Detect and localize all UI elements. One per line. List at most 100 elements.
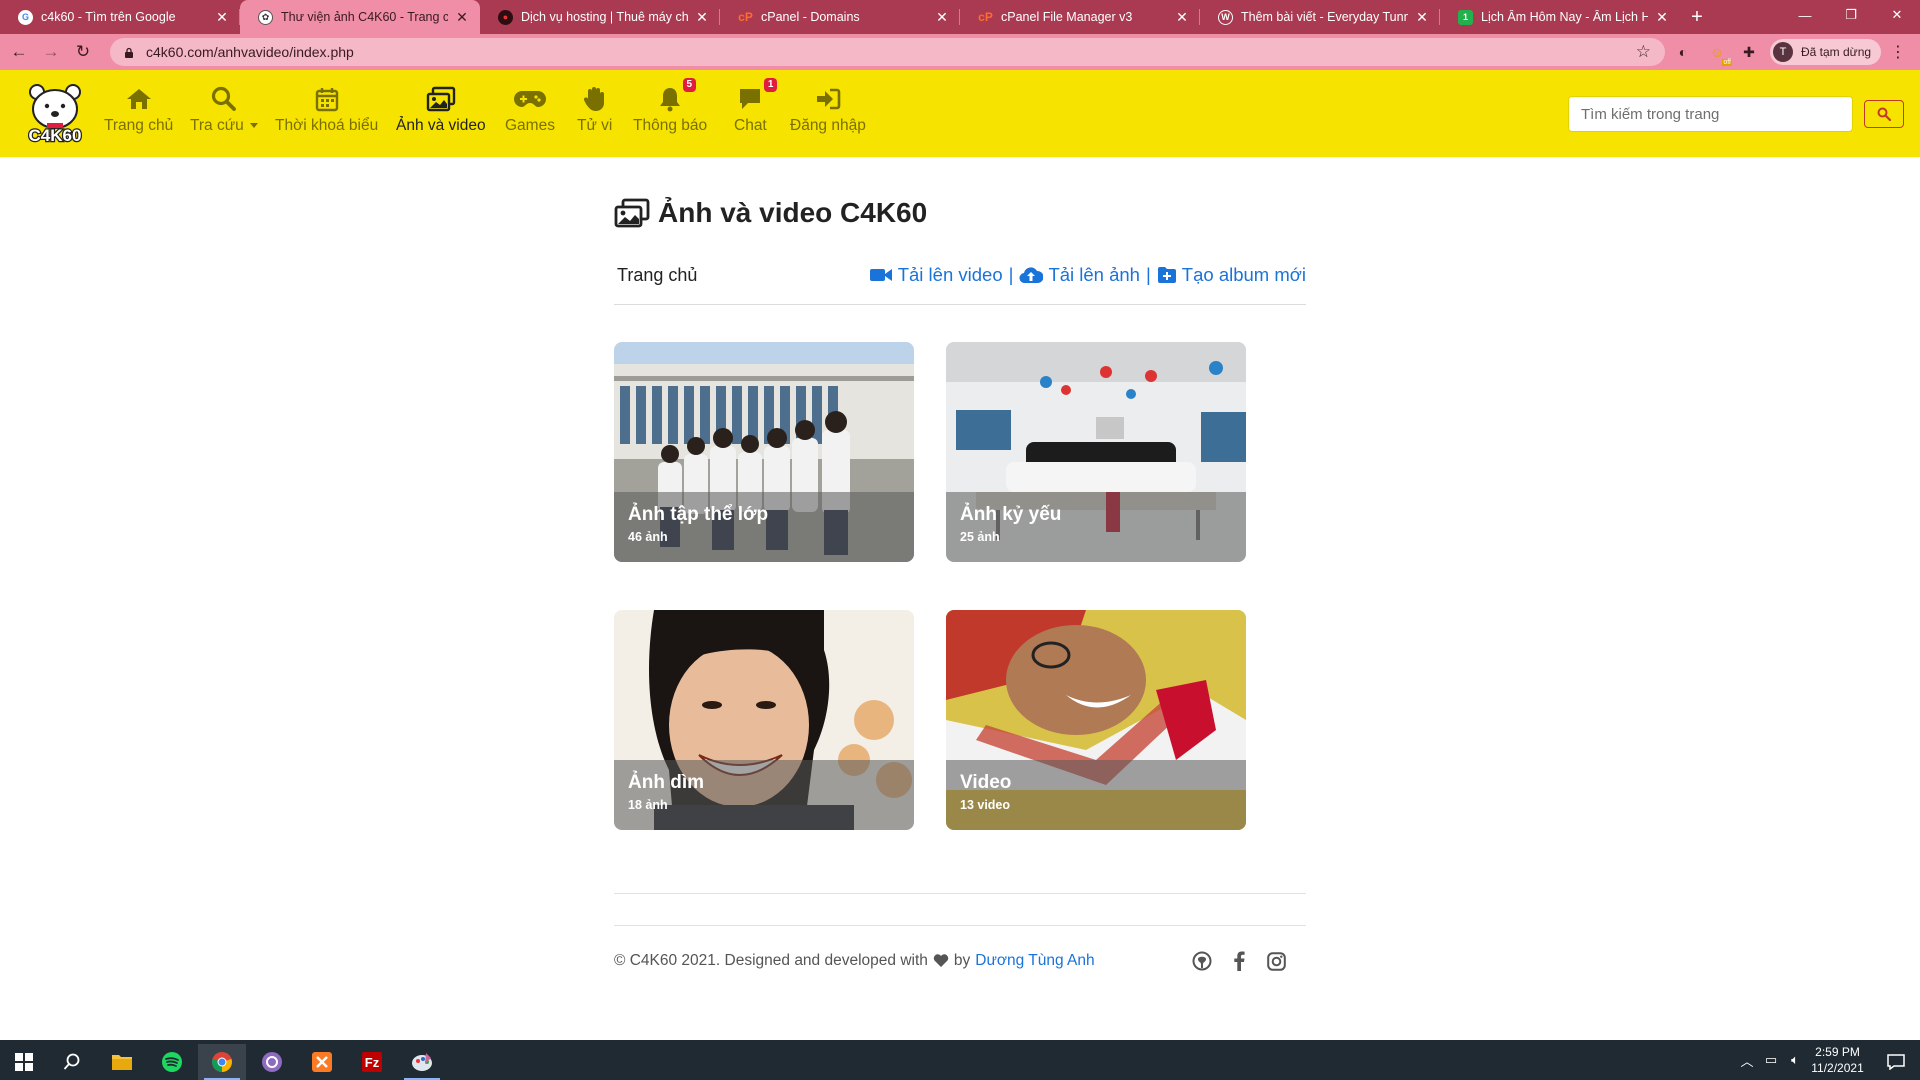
windows-taskbar: Fz ︿ ▭ 🔈︎ 2:59 PM 11/2/2021	[0, 1040, 1920, 1080]
close-tab-icon[interactable]: ✕	[694, 9, 710, 26]
album-card[interactable]: Ảnh dìm 18 ảnh	[614, 610, 914, 830]
notification-center-icon[interactable]	[1872, 1044, 1920, 1080]
close-tab-icon[interactable]: ✕	[934, 9, 950, 26]
tab-title: cPanel File Manager v3	[1001, 10, 1133, 24]
upload-photo-label: Tải lên ảnh	[1048, 264, 1140, 285]
new-tab-button[interactable]: +	[1680, 0, 1714, 34]
xampp-icon[interactable]	[298, 1044, 346, 1080]
cloud-upload-icon	[1019, 267, 1044, 284]
site-search-input[interactable]	[1568, 96, 1853, 132]
page-title: Ảnh và video C4K60	[614, 197, 927, 229]
facebook-icon[interactable]	[1229, 951, 1249, 971]
album-card[interactable]: Video 13 video	[946, 610, 1246, 830]
clock-date: 11/2/2021	[1811, 1061, 1864, 1075]
browser-tab[interactable]: ● Dịch vụ hosting | Thuê máy chủ ả ✕	[480, 0, 720, 34]
nav-item-chat[interactable]: 1 Chat	[734, 78, 778, 135]
album-card[interactable]: Ảnh kỷ yếu 25 ảnh	[946, 342, 1246, 562]
home-icon	[125, 84, 153, 114]
tab-title: cPanel - Domains	[761, 10, 860, 24]
tab-title: Thư viện ảnh C4K60 - Trang chủ	[281, 10, 448, 24]
nav-item-games[interactable]: Games	[505, 84, 555, 135]
reload-icon[interactable]: ↻	[70, 39, 96, 65]
chat-badge: 1	[763, 78, 778, 92]
puzzle-icon[interactable]: ✚	[1738, 41, 1760, 63]
upload-video-link[interactable]: Tải lên video	[869, 264, 1003, 286]
create-album-link[interactable]: Tạo album mới	[1157, 264, 1306, 286]
close-tab-icon[interactable]: ✕	[1414, 9, 1430, 26]
nav-label: Thời khoá biểu	[275, 117, 379, 134]
album-caption: Ảnh kỷ yếu 25 ảnh	[946, 492, 1246, 562]
nav-item-photos-videos[interactable]: Ảnh và video	[396, 84, 486, 135]
close-tab-icon[interactable]: ✕	[1654, 9, 1670, 26]
browser-tab-strip: G c4k60 - Tìm trên Google ✕ ✿ Thư viện ả…	[0, 0, 1920, 34]
nav-item-notifications[interactable]: 5 Thông báo	[633, 78, 707, 135]
search-icon[interactable]	[48, 1044, 96, 1080]
heart-icon	[933, 954, 949, 967]
upload-photo-link[interactable]: Tải lên ảnh	[1019, 264, 1140, 286]
close-window-icon[interactable]: ✕	[1874, 0, 1920, 30]
search-icon	[211, 84, 237, 114]
browser-menu-icon[interactable]: ⋮	[1890, 42, 1906, 62]
chevron-up-icon[interactable]: ︿	[1735, 1051, 1759, 1070]
back-arrow-icon[interactable]: ←	[6, 39, 32, 65]
restore-icon[interactable]: ❐	[1828, 0, 1874, 30]
filezilla-icon[interactable]: Fz	[348, 1044, 396, 1080]
nav-item-login[interactable]: Đăng nhập	[790, 84, 866, 135]
photo-icon	[614, 198, 650, 228]
avatar: T	[1773, 42, 1793, 62]
login-icon	[815, 84, 841, 114]
tab-title: Lịch Âm Hôm Nay - Âm Lịch Hôm	[1481, 10, 1648, 24]
c4k60-logo[interactable]: C4K60	[22, 82, 88, 144]
instagram-icon[interactable]	[1266, 951, 1286, 971]
extension-icon[interactable]: ◐	[1672, 41, 1694, 63]
create-album-label: Tạo album mới	[1181, 264, 1306, 285]
browser-tab[interactable]: cP cPanel File Manager v3 ✕	[960, 0, 1200, 34]
copyright-text: © C4K60 2021. Designed and developed wit…	[614, 952, 928, 969]
app-icon[interactable]	[248, 1044, 296, 1080]
network-icon[interactable]: ▭	[1759, 1052, 1783, 1068]
calendar-icon	[315, 84, 339, 114]
svg-text:Fz: Fz	[365, 1055, 380, 1070]
browser-tab[interactable]: 1 Lịch Âm Hôm Nay - Âm Lịch Hôm ✕	[1440, 0, 1680, 34]
lock-icon	[125, 47, 133, 58]
file-explorer-icon[interactable]	[98, 1044, 146, 1080]
address-bar[interactable]: c4k60.com/anhvavideo/index.php ☆	[110, 38, 1665, 66]
nav-label: Đăng nhập	[790, 117, 866, 134]
search-button[interactable]	[1864, 100, 1904, 128]
tab-title: Thêm bài viết - Everyday Tunna	[1241, 10, 1408, 24]
social-links	[1192, 951, 1286, 971]
close-tab-icon[interactable]: ✕	[214, 9, 230, 26]
clock-time: 2:59 PM	[1815, 1045, 1860, 1059]
breadcrumb[interactable]: Trang chủ	[617, 265, 697, 286]
extension-icon[interactable]: ☺ off	[1706, 41, 1732, 66]
chrome-icon[interactable]	[198, 1044, 246, 1080]
spotify-icon[interactable]	[148, 1044, 196, 1080]
github-icon[interactable]	[1192, 951, 1212, 971]
close-tab-icon[interactable]: ✕	[1174, 9, 1190, 26]
minimize-icon[interactable]: —	[1782, 0, 1828, 30]
forward-arrow-icon[interactable]: →	[38, 39, 64, 65]
author-link[interactable]: Dương Tùng Anh	[975, 952, 1094, 970]
nav-label: Trang chủ	[104, 117, 174, 134]
bell-icon: 5	[658, 78, 697, 114]
nav-item-timetable[interactable]: Thời khoá biểu	[275, 84, 378, 135]
bookmark-star-icon[interactable]: ☆	[1636, 42, 1651, 62]
browser-tab[interactable]: G c4k60 - Tìm trên Google ✕	[0, 0, 240, 34]
browser-tab[interactable]: W Thêm bài viết - Everyday Tunna ✕	[1200, 0, 1440, 34]
taskbar-clock[interactable]: 2:59 PM 11/2/2021	[1800, 1044, 1875, 1076]
nav-item-horoscope[interactable]: Tử vi	[577, 84, 612, 135]
album-count: 13 video	[960, 798, 1011, 812]
windows-start-icon[interactable]	[0, 1044, 48, 1080]
profile-status: Đã tạm dừng	[1801, 45, 1872, 59]
hand-icon	[582, 84, 608, 114]
close-tab-icon[interactable]: ✕	[454, 9, 470, 26]
album-card[interactable]: Ảnh tập thể lớp 46 ảnh	[614, 342, 914, 562]
photo-icon	[426, 84, 456, 114]
nav-item-lookup[interactable]: Tra cứu	[190, 84, 258, 135]
browser-tab-active[interactable]: ✿ Thư viện ảnh C4K60 - Trang chủ ✕	[240, 0, 480, 34]
nav-item-home[interactable]: Trang chủ	[104, 84, 173, 135]
c4k60-icon: ✿	[258, 9, 273, 25]
paint-icon[interactable]	[398, 1044, 446, 1080]
profile-button[interactable]: T Đã tạm dừng	[1770, 39, 1882, 65]
browser-tab[interactable]: cP cPanel - Domains ✕	[720, 0, 960, 34]
